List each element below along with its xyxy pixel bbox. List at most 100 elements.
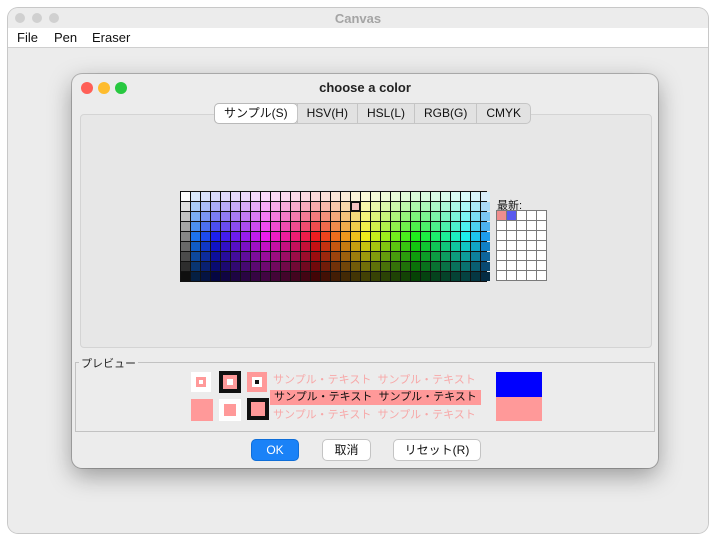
color-swatch[interactable] [251, 272, 260, 281]
color-swatch[interactable] [381, 262, 390, 271]
color-swatch[interactable] [481, 222, 490, 231]
color-swatch[interactable] [391, 272, 400, 281]
color-swatch[interactable] [421, 252, 430, 261]
color-swatch[interactable] [281, 262, 290, 271]
color-swatch[interactable] [331, 222, 340, 231]
recent-swatch[interactable] [517, 251, 526, 260]
recent-swatch[interactable] [517, 211, 526, 220]
color-swatch[interactable] [321, 192, 330, 201]
color-swatch[interactable] [341, 202, 350, 211]
recent-swatch[interactable] [497, 231, 506, 240]
color-swatch[interactable] [441, 202, 450, 211]
color-swatch[interactable] [181, 242, 190, 251]
color-swatch[interactable] [201, 272, 210, 281]
color-swatch[interactable] [391, 222, 400, 231]
swatch-grid[interactable] [180, 191, 490, 282]
color-swatch[interactable] [271, 252, 280, 261]
color-swatch[interactable] [311, 252, 320, 261]
color-swatch[interactable] [461, 262, 470, 271]
color-swatch[interactable] [311, 202, 320, 211]
color-swatch[interactable] [401, 272, 410, 281]
color-swatch[interactable] [451, 232, 460, 241]
recent-swatch[interactable] [537, 241, 546, 250]
color-swatch[interactable] [421, 192, 430, 201]
color-swatch[interactable] [281, 252, 290, 261]
color-swatch[interactable] [461, 272, 470, 281]
color-swatch[interactable] [461, 242, 470, 251]
color-swatch[interactable] [411, 272, 420, 281]
color-swatch[interactable] [431, 232, 440, 241]
ok-button[interactable]: OK [251, 439, 299, 461]
color-swatch[interactable] [361, 232, 370, 241]
color-swatch[interactable] [261, 232, 270, 241]
color-swatch[interactable] [371, 252, 380, 261]
color-swatch[interactable] [401, 242, 410, 251]
color-swatch[interactable] [311, 192, 320, 201]
color-swatch[interactable] [431, 262, 440, 271]
color-swatch[interactable] [231, 202, 240, 211]
menu-file[interactable]: File [17, 30, 38, 45]
recent-swatch[interactable] [527, 241, 536, 250]
color-swatch[interactable] [431, 252, 440, 261]
color-swatch[interactable] [221, 212, 230, 221]
color-swatch[interactable] [451, 272, 460, 281]
color-swatch[interactable] [341, 262, 350, 271]
color-swatch[interactable] [431, 202, 440, 211]
color-swatch[interactable] [261, 192, 270, 201]
color-swatch[interactable] [181, 212, 190, 221]
color-swatch[interactable] [331, 212, 340, 221]
color-swatch[interactable] [181, 262, 190, 271]
color-swatch[interactable] [411, 262, 420, 271]
color-swatch[interactable] [441, 252, 450, 261]
color-swatch[interactable] [391, 242, 400, 251]
color-swatch[interactable] [281, 192, 290, 201]
color-swatch[interactable] [421, 262, 430, 271]
color-swatch[interactable] [201, 242, 210, 251]
recent-swatch[interactable] [527, 221, 536, 230]
color-swatch[interactable] [221, 272, 230, 281]
color-swatch[interactable] [451, 212, 460, 221]
recent-swatch[interactable] [507, 271, 516, 280]
recent-swatch[interactable] [537, 231, 546, 240]
color-swatch[interactable] [451, 202, 460, 211]
color-swatch[interactable] [481, 232, 490, 241]
color-swatch[interactable] [471, 272, 480, 281]
color-swatch[interactable] [401, 262, 410, 271]
color-swatch[interactable] [321, 212, 330, 221]
color-swatch[interactable] [231, 232, 240, 241]
color-swatch[interactable] [221, 242, 230, 251]
color-swatch[interactable] [351, 222, 360, 231]
color-swatch[interactable] [231, 252, 240, 261]
color-swatch[interactable] [411, 242, 420, 251]
color-swatch[interactable] [411, 252, 420, 261]
color-swatch[interactable] [451, 262, 460, 271]
color-swatch[interactable] [211, 192, 220, 201]
color-swatch[interactable] [291, 252, 300, 261]
color-swatch[interactable] [201, 202, 210, 211]
color-swatch[interactable] [181, 252, 190, 261]
color-swatch[interactable] [441, 242, 450, 251]
color-swatch[interactable] [331, 262, 340, 271]
recent-swatch[interactable] [517, 271, 526, 280]
color-swatch[interactable] [191, 242, 200, 251]
color-swatch[interactable] [271, 202, 280, 211]
recent-swatch[interactable] [497, 251, 506, 260]
color-swatch[interactable] [261, 202, 270, 211]
color-swatch[interactable] [201, 192, 210, 201]
color-swatch[interactable] [321, 202, 330, 211]
color-swatch[interactable] [401, 212, 410, 221]
color-swatch[interactable] [381, 252, 390, 261]
color-swatch[interactable] [471, 202, 480, 211]
reset-button[interactable]: リセット(R) [393, 439, 481, 461]
color-swatch[interactable] [181, 202, 190, 211]
color-swatch[interactable] [341, 272, 350, 281]
recent-swatch[interactable] [497, 221, 506, 230]
color-swatch[interactable] [201, 252, 210, 261]
color-swatch[interactable] [301, 192, 310, 201]
color-swatch[interactable] [441, 232, 450, 241]
color-swatch[interactable] [271, 262, 280, 271]
tab-cmyk[interactable]: CMYK [476, 104, 530, 123]
color-swatch[interactable] [331, 272, 340, 281]
color-swatch[interactable] [451, 222, 460, 231]
color-swatch[interactable] [331, 242, 340, 251]
